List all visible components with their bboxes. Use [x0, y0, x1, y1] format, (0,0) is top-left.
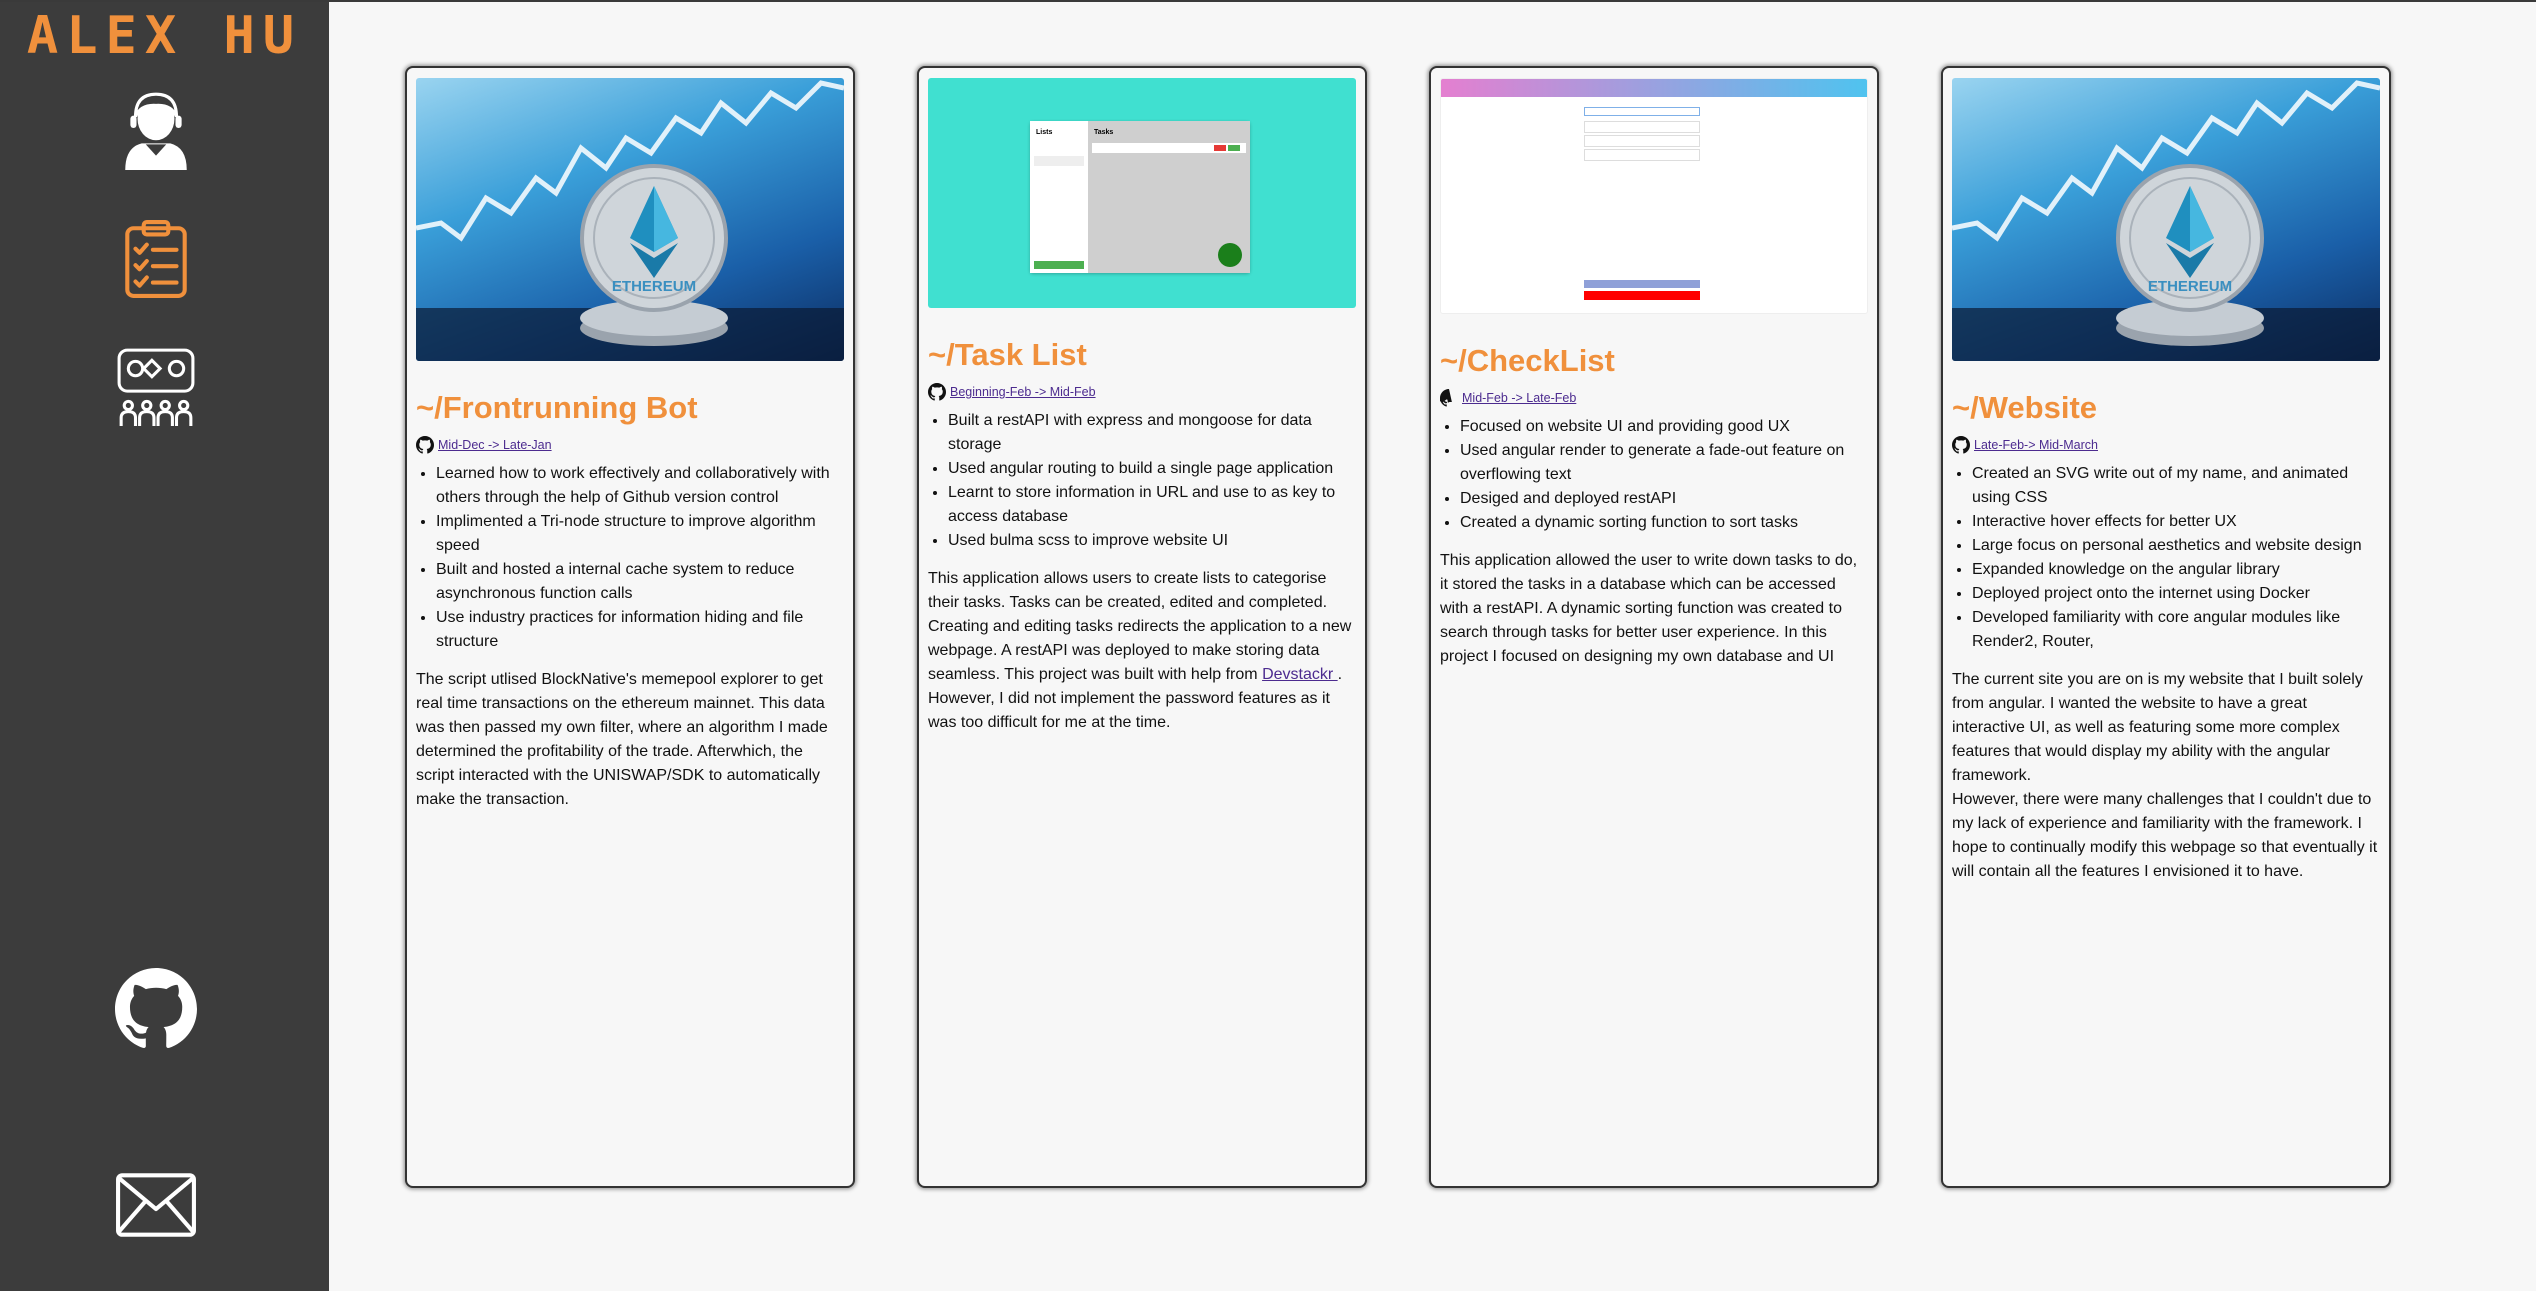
feature-list: Built a restAPI with express and mongoos…	[928, 409, 1356, 553]
ethereum-coin-image: ETHEREUM	[1952, 78, 2380, 361]
ethereum-image-caption: ETHEREUM	[2147, 278, 2233, 295]
github-repo-link[interactable]: Mid-Feb -> Late-Feb	[1462, 391, 1576, 405]
devstackr-link[interactable]: Devstackr	[1262, 666, 1338, 683]
list-item: Created an SVG write out of my name, and…	[1972, 462, 2380, 510]
list-item: Used angular routing to build a single p…	[948, 457, 1356, 481]
user-avatar-icon[interactable]	[115, 88, 197, 170]
list-item: Focused on website UI and providing good…	[1460, 415, 1868, 439]
ethereum-coin-image: ETHEREUM	[416, 78, 844, 361]
list-item: Large focus on personal aesthetics and w…	[1972, 534, 2380, 558]
github-repo-link[interactable]: Late-Feb-> Mid-March	[1974, 438, 2098, 452]
list-item: Desiged and deployed restAPI	[1460, 487, 1868, 511]
mail-icon[interactable]	[115, 1164, 197, 1246]
feature-list: Focused on website UI and providing good…	[1440, 415, 1868, 535]
project-description: The current site you are on is my websit…	[1952, 671, 2363, 785]
github-icon[interactable]	[1440, 389, 1458, 407]
project-description-continued: However, there were many challenges that…	[1952, 791, 2378, 881]
project-card-task-list: Lists Tasks ~/Task List Beginning-Feb ->…	[917, 66, 1367, 1188]
list-item: Used bulma scss to improve website UI	[948, 529, 1356, 553]
project-title: ~/Frontrunning Bot	[416, 390, 698, 425]
sidebar: ALEX HU	[0, 2, 329, 1291]
checklist-screenshot	[1440, 78, 1868, 314]
github-icon[interactable]	[928, 383, 946, 401]
project-card-frontrunning-bot: ETHEREUM ~/Frontrunning Bot Mid-Dec -> L…	[405, 66, 855, 1188]
list-item: Used angular render to generate a fade-o…	[1460, 439, 1868, 487]
github-repo-link[interactable]: Beginning-Feb -> Mid-Feb	[950, 385, 1096, 399]
lists-heading: Lists	[1036, 129, 1053, 136]
list-item: Deployed project onto the internet using…	[1972, 582, 2380, 606]
tasks-heading: Tasks	[1094, 129, 1114, 136]
project-title: ~/Website	[1952, 390, 2098, 425]
project-date-row: Mid-Feb -> Late-Feb	[1440, 389, 1868, 407]
project-date-row: Beginning-Feb -> Mid-Feb	[928, 383, 1356, 401]
list-item: Developed familiarity with core angular …	[1972, 606, 2380, 654]
github-icon[interactable]	[1952, 436, 1970, 454]
github-icon[interactable]	[416, 436, 434, 454]
skills-team-icon[interactable]	[115, 346, 197, 428]
list-item: Built and hosted a internal cache system…	[436, 558, 844, 606]
task-list-screenshot: Lists Tasks	[928, 78, 1356, 308]
project-description: This application allows users to create …	[928, 567, 1356, 735]
project-date-row: Late-Feb-> Mid-March	[1952, 436, 2380, 454]
project-title: ~/Task List	[928, 337, 1087, 372]
clipboard-checklist-icon[interactable]	[115, 218, 197, 300]
ethereum-image-caption: ETHEREUM	[611, 278, 697, 295]
list-item: Use industry practices for information h…	[436, 606, 844, 654]
feature-list: Created an SVG write out of my name, and…	[1952, 462, 2380, 654]
list-item: Expanded knowledge on the angular librar…	[1972, 558, 2380, 582]
project-card-checklist: ~/CheckList Mid-Feb -> Late-Feb Focused …	[1429, 66, 1879, 1188]
github-repo-link[interactable]: Mid-Dec -> Late-Jan	[438, 438, 552, 452]
feature-list: Learned how to work effectively and coll…	[416, 462, 844, 654]
list-item: Learned how to work effectively and coll…	[436, 462, 844, 510]
github-icon[interactable]	[115, 968, 197, 1050]
list-item: Learnt to store information in URL and u…	[948, 481, 1356, 529]
project-date-row: Mid-Dec -> Late-Jan	[416, 436, 844, 454]
list-item: Interactive hover effects for better UX	[1972, 510, 2380, 534]
site-logo[interactable]: ALEX HU	[0, 6, 329, 66]
project-title: ~/CheckList	[1440, 343, 1615, 378]
project-description: This application allowed the user to wri…	[1440, 552, 1858, 666]
project-card-website: ETHEREUM ~/Website Late-Feb-> Mid-March …	[1941, 66, 2391, 1188]
list-item: Created a dynamic sorting function to so…	[1460, 511, 1868, 535]
list-item: Implimented a Tri-node structure to impr…	[436, 510, 844, 558]
list-item: Built a restAPI with express and mongoos…	[948, 409, 1356, 457]
project-description: The script utlised BlockNative's memepoo…	[416, 671, 828, 809]
